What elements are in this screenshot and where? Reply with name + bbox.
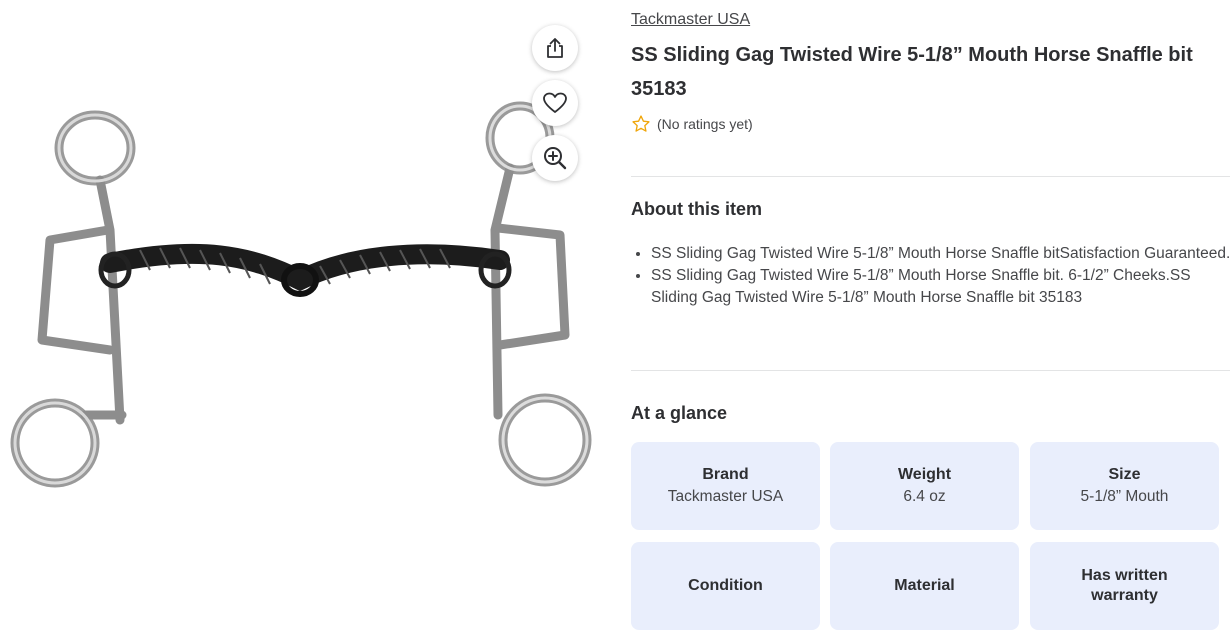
tile-label: Weight <box>897 465 952 483</box>
tile-value: 6.4 oz <box>903 487 946 505</box>
share-button[interactable] <box>532 25 578 71</box>
zoom-in-icon <box>544 147 567 170</box>
rating-text: (No ratings yet) <box>657 116 753 132</box>
tile-label: Condition <box>688 577 763 594</box>
brand-link[interactable]: Tackmaster USA <box>631 11 750 29</box>
rating[interactable]: (No ratings yet) <box>631 114 753 134</box>
tile-label: Has written warranty <box>1081 567 1168 604</box>
product-image-pane <box>0 0 610 600</box>
glance-heading: At a glance <box>631 403 728 423</box>
about-list: SS Sliding Gag Twisted Wire 5-1/8” Mouth… <box>631 243 1230 309</box>
tile-value: Tackmaster USA <box>667 487 784 505</box>
tile-label: Material <box>894 577 955 594</box>
glance-tile-size: Size 5-1/8” Mouth <box>1030 442 1219 530</box>
share-icon <box>547 38 563 58</box>
glance-tile-weight: Weight 6.4 oz <box>830 442 1019 530</box>
about-bullet: SS Sliding Gag Twisted Wire 5-1/8” Mouth… <box>651 243 1230 265</box>
tile-label: Size <box>1108 465 1141 483</box>
favorite-button[interactable] <box>532 80 578 126</box>
zoom-button[interactable] <box>532 135 578 181</box>
glance-tile-warranty: Has written warranty <box>1030 542 1219 630</box>
product-title: SS Sliding Gag Twisted Wire 5-1/8” Mouth… <box>631 44 1193 100</box>
glance-tile-material: Material <box>830 542 1019 630</box>
tile-label: Brand <box>702 465 749 483</box>
glance-tile-brand: Brand Tackmaster USA <box>631 442 820 530</box>
divider <box>631 370 1230 371</box>
star-icon <box>632 115 650 132</box>
glance-tile-condition: Condition <box>631 542 820 630</box>
product-image[interactable] <box>0 80 610 520</box>
heart-icon <box>543 92 567 113</box>
divider <box>631 176 1230 177</box>
tile-value: 5-1/8” Mouth <box>1080 487 1169 505</box>
about-heading: About this item <box>631 199 762 219</box>
about-bullet: SS Sliding Gag Twisted Wire 5-1/8” Mouth… <box>651 265 1230 309</box>
